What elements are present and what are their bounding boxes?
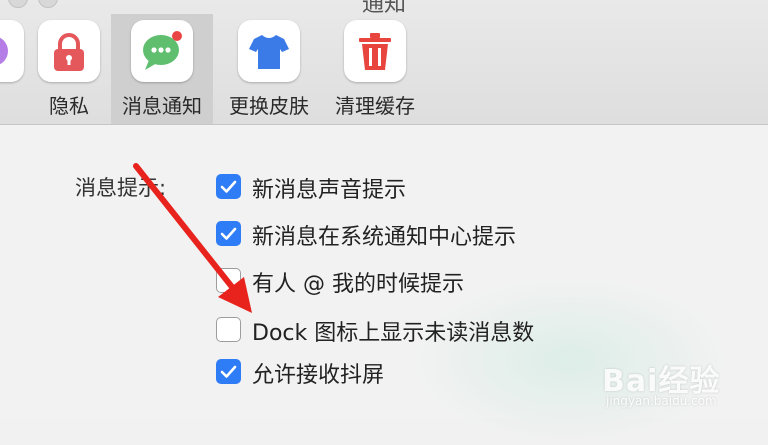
watermark-url: jingyan.baidu.com [606, 394, 717, 408]
watermark: Bai经验 jingyan.baidu.com [602, 348, 762, 414]
